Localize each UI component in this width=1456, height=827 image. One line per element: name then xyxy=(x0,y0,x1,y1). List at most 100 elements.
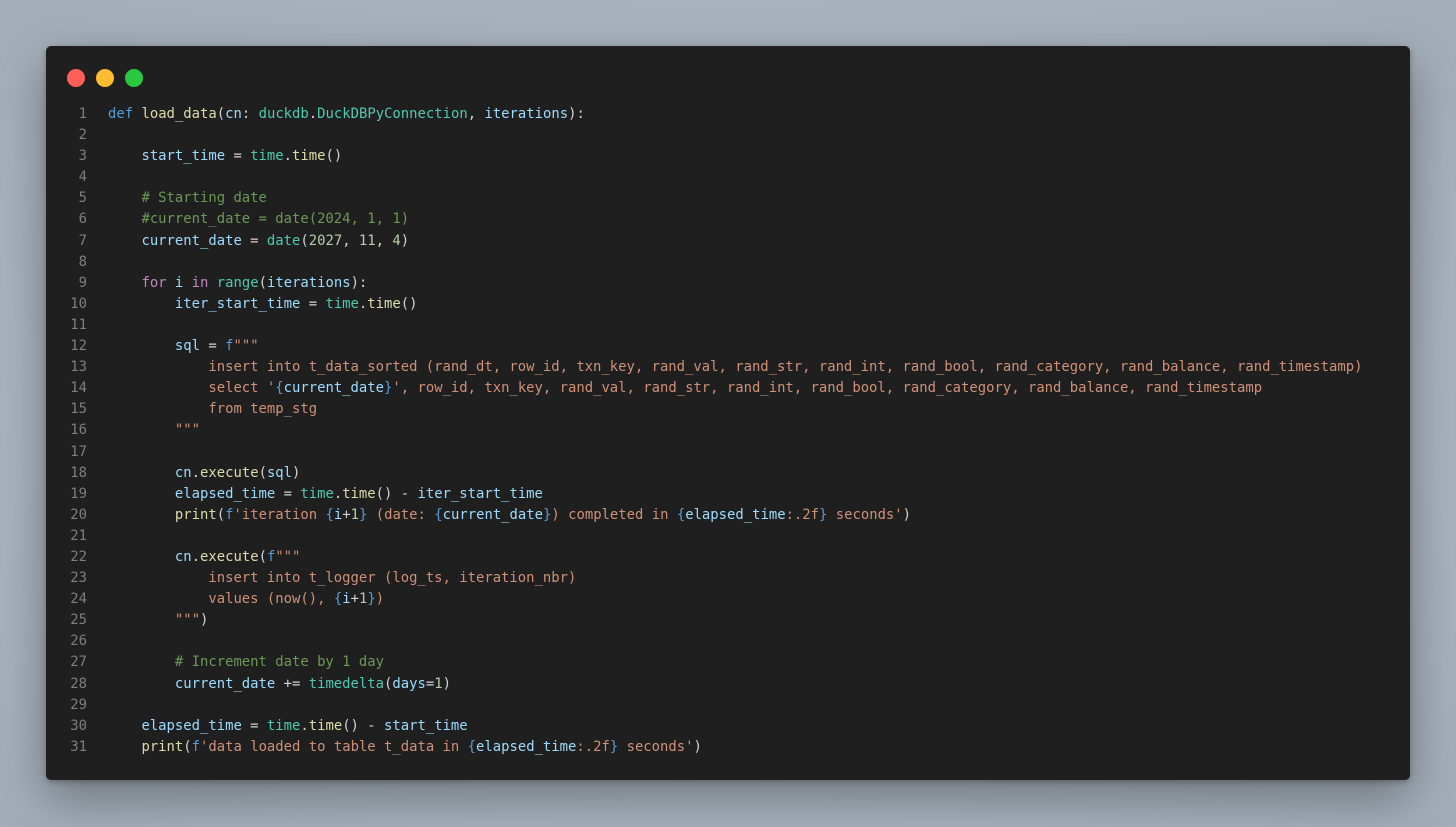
code-token: () xyxy=(325,148,343,165)
code-line: 30 elapsed_time = time.time() - start_ti… xyxy=(46,716,1410,737)
code-line: 22 cn.execute(f""" xyxy=(46,547,1410,568)
line-code: insert into t_logger (log_ts, iteration_… xyxy=(108,568,576,589)
code-token: cn xyxy=(174,548,192,565)
code-token: seconds' xyxy=(827,506,903,523)
code-token: { xyxy=(325,506,334,523)
line-number: 31 xyxy=(70,738,87,755)
code-line: 31 print(f'data loaded to table t_data i… xyxy=(46,737,1410,758)
line-number: 16 xyxy=(70,422,87,439)
line-number: 21 xyxy=(70,527,87,544)
code-token: load_data xyxy=(141,106,217,122)
code-token: f xyxy=(191,738,201,755)
code-token: ( xyxy=(300,232,309,249)
code-token: { xyxy=(676,506,686,523)
code-token: = xyxy=(275,485,301,502)
line-number: 5 xyxy=(78,190,87,207)
code-token: execute xyxy=(200,548,259,565)
code-token: i xyxy=(342,591,351,608)
close-button[interactable] xyxy=(67,69,85,87)
code-block: 1 def load_data(cn: duckdb.DuckDBPyConnec… xyxy=(46,104,1410,758)
code-line: 7 current_date = date(2027, 11, 4) xyxy=(46,231,1410,252)
code-line: 3 start_time = time.time() xyxy=(46,146,1410,167)
code-line: 13 insert into t_data_sorted (rand_dt, r… xyxy=(46,357,1410,378)
code-token: insert into t_logger (log_ts, iteration_… xyxy=(108,570,577,587)
code-token: ) xyxy=(902,506,912,523)
line-number: 24 xyxy=(70,591,87,608)
code-token: cn xyxy=(174,464,192,481)
code-token: . xyxy=(191,464,201,481)
code-token: { xyxy=(333,591,343,608)
code-line: 8 xyxy=(46,252,1410,273)
line-number: 11 xyxy=(70,316,87,333)
code-token: cn xyxy=(225,106,242,122)
code-token: { xyxy=(275,380,284,397)
code-token: elapsed_time xyxy=(685,506,786,523)
line-number: 9 xyxy=(78,274,87,291)
code-token: for xyxy=(141,274,167,291)
code-line: 5 # Starting date xyxy=(46,188,1410,209)
line-number: 15 xyxy=(70,401,87,418)
line-code: cn.execute(f""" xyxy=(108,547,301,568)
code-token: elapsed_time xyxy=(476,738,577,755)
line-code: for i in range(iterations): xyxy=(108,273,367,294)
line-code: current_date = date(2027, 11, 4) xyxy=(108,231,409,252)
code-line: 6 #current_date = date(2024, 1, 1) xyxy=(46,209,1410,230)
line-number: 13 xyxy=(70,359,87,376)
code-token: ( xyxy=(258,548,267,565)
code-token: (date: xyxy=(367,506,435,523)
code-line: 20 print(f'iteration {i+1} (date: {curre… xyxy=(46,505,1410,526)
code-token: current_date xyxy=(442,506,543,523)
code-token: ) completed in xyxy=(551,506,677,523)
code-token: iter_start_time xyxy=(174,295,301,312)
code-line: 14 select '{current_date}', row_id, txn_… xyxy=(46,378,1410,399)
code-token: timedelta xyxy=(308,675,384,692)
code-token: ) xyxy=(442,675,451,692)
code-token: iterations xyxy=(266,274,351,291)
code-line: 12 sql = f""" xyxy=(46,336,1410,357)
code-token: def xyxy=(108,106,134,122)
code-token: ) xyxy=(375,591,385,608)
code-line: 4 xyxy=(46,167,1410,188)
code-line: 25 """) xyxy=(46,610,1410,631)
line-code: """ xyxy=(108,420,200,441)
window-controls xyxy=(67,69,143,87)
line-number: 17 xyxy=(70,443,87,460)
line-code: # Increment date by 1 day xyxy=(108,652,384,673)
code-token: elapsed_time xyxy=(174,485,276,502)
line-number: 27 xyxy=(70,654,87,671)
line-number: 18 xyxy=(70,464,87,481)
code-token: iterations xyxy=(484,106,569,122)
code-token: ( xyxy=(183,738,192,755)
code-token: += xyxy=(275,675,309,692)
line-code: select '{current_date}', row_id, txn_key… xyxy=(108,378,1262,399)
code-token: ) xyxy=(292,464,301,481)
code-line: 15 from temp_stg xyxy=(46,399,1410,420)
code-token: """ xyxy=(233,338,259,355)
code-token: 1 xyxy=(434,675,443,692)
code-line: 10 iter_start_time = time.time() xyxy=(46,294,1410,315)
code-token: current_date xyxy=(283,380,384,397)
code-token: . xyxy=(300,717,309,734)
maximize-button[interactable] xyxy=(125,69,143,87)
code-token: ) xyxy=(693,738,702,755)
code-token: """ xyxy=(275,548,301,565)
code-token: ( xyxy=(258,274,267,291)
code-token: ( xyxy=(216,106,226,122)
code-token: DuckDBPyConnection xyxy=(317,106,468,122)
code-line: 24 values (now(), {i+1}) xyxy=(46,589,1410,610)
line-number: 1 xyxy=(78,106,87,122)
line-number: 3 xyxy=(78,148,87,165)
minimize-button[interactable] xyxy=(96,69,114,87)
code-token: current_date xyxy=(141,232,242,249)
code-token: = xyxy=(225,148,251,165)
code-token: 'data loaded to table t_data in xyxy=(200,738,468,755)
